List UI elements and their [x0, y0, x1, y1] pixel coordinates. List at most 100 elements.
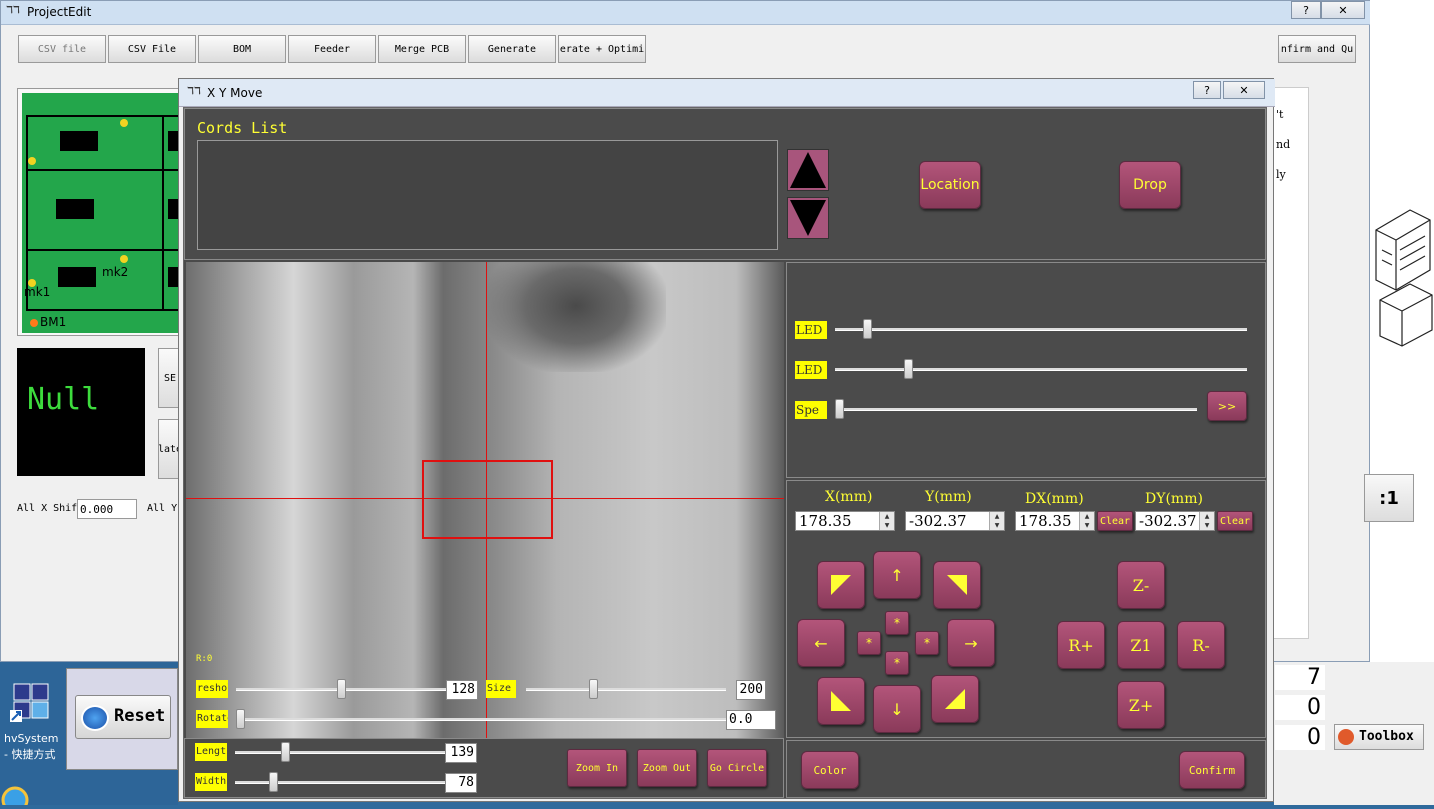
length-slider-thumb[interactable]	[281, 742, 291, 762]
pcb-label-mk2: mk2	[102, 265, 129, 279]
x-spinner[interactable]: ▲ ▼	[879, 512, 894, 530]
pcb-label-bm1: BM1	[40, 315, 67, 329]
feeder-button[interactable]: Feeder	[288, 35, 376, 63]
help-icon[interactable]: ?	[1193, 81, 1221, 99]
z-plus-button[interactable]: Z+	[1117, 681, 1165, 729]
z-minus-button[interactable]: Z-	[1117, 561, 1165, 609]
step-right-button[interactable]: *	[915, 631, 939, 655]
close-icon[interactable]: ✕	[1223, 81, 1265, 99]
speed-slider[interactable]	[835, 408, 1197, 411]
move-up-button[interactable]	[787, 149, 829, 191]
zoom-in-button[interactable]: Zoom In	[567, 749, 627, 787]
generate-optimize-button[interactable]: erate + Optimi	[558, 35, 646, 63]
step-left-button[interactable]: *	[857, 631, 881, 655]
expand-button[interactable]: >>	[1207, 391, 1247, 421]
led1-slider[interactable]	[835, 328, 1247, 331]
jog-left-button[interactable]: ←	[797, 619, 845, 667]
length-slider[interactable]	[235, 751, 445, 754]
r-plus-button[interactable]: R+	[1057, 621, 1105, 669]
jog-right-button[interactable]: →	[947, 619, 995, 667]
dy-spinner[interactable]: ▲ ▼	[1199, 512, 1214, 530]
arrow-up-left-icon	[831, 575, 851, 595]
led1-label: LED	[795, 321, 827, 339]
move-down-button[interactable]	[787, 197, 829, 239]
jog-down-left-button[interactable]	[817, 677, 865, 725]
dx-label: DX(mm)	[1025, 491, 1084, 507]
csv-file-button[interactable]: CSV File	[108, 35, 196, 63]
led2-slider-thumb[interactable]	[903, 359, 913, 379]
app-logo-icon: ℸℸ	[187, 86, 201, 97]
y-spinner[interactable]: ▲ ▼	[989, 512, 1004, 530]
browser-icon[interactable]	[0, 782, 30, 809]
size-value: 200	[736, 680, 766, 700]
step-down-button[interactable]: *	[885, 651, 909, 675]
action-panel: Color Confirm	[786, 740, 1266, 798]
close-icon[interactable]: ✕	[1321, 1, 1365, 19]
drop-button[interactable]: Drop	[1119, 161, 1181, 209]
ratio-button[interactable]: :1	[1364, 474, 1414, 522]
r-minus-button[interactable]: R-	[1177, 621, 1225, 669]
notes-text: 't	[1276, 108, 1284, 121]
speed-label: Spe	[795, 401, 827, 419]
step-up-button[interactable]: *	[885, 611, 909, 635]
z1-button[interactable]: Z1	[1117, 621, 1165, 669]
project-edit-titlebar: ProjectEdit	[1, 1, 1371, 25]
pcb-preview: mk1 mk2 BM1	[17, 88, 183, 336]
pcb-chip	[60, 131, 98, 151]
jog-panel: X(mm) Y(mm) DX(mm) DY(mm) 178.35 ▲ ▼ -302…	[786, 480, 1266, 738]
location-button[interactable]: Location	[919, 161, 981, 209]
hvsystem-shortcut-label2: - 快捷方式	[4, 748, 56, 761]
xy-move-titlebar: X Y Move	[179, 79, 1275, 107]
machine-illustration-icon	[1375, 209, 1433, 347]
confirm-button[interactable]: Confirm	[1179, 751, 1245, 789]
help-icon[interactable]: ?	[1291, 1, 1321, 19]
jog-down-right-button[interactable]	[931, 675, 979, 723]
led1-slider-thumb[interactable]	[863, 319, 873, 339]
jog-down-button[interactable]: ↓	[873, 685, 921, 733]
bom-button[interactable]: BOM	[198, 35, 286, 63]
notes-text: nd	[1276, 138, 1291, 151]
csv-file-tab[interactable]: CSV file	[18, 35, 106, 63]
all-x-shift-input[interactable]: 0.000	[77, 499, 137, 519]
pcb-divider	[26, 169, 180, 171]
threshold-slider-thumb[interactable]	[336, 679, 346, 699]
pcb-chip	[58, 267, 96, 287]
size-slider[interactable]	[526, 688, 726, 691]
rotate-slider[interactable]	[236, 718, 726, 721]
merge-pcb-button[interactable]: Merge PCB	[378, 35, 466, 63]
hvsystem-shortcut-icon[interactable]	[10, 680, 54, 724]
triangle-up-icon	[790, 152, 826, 188]
go-circle-button[interactable]: Go Circle	[707, 749, 767, 787]
rotate-value: 0.0	[726, 710, 776, 730]
cords-list[interactable]	[197, 140, 778, 250]
dx-clear-button[interactable]: Clear	[1097, 511, 1133, 531]
led2-slider[interactable]	[835, 368, 1247, 371]
width-slider[interactable]	[235, 781, 445, 784]
width-slider-thumb[interactable]	[269, 772, 279, 792]
jog-up-button[interactable]: ↑	[873, 551, 921, 599]
length-label: Length	[195, 743, 227, 761]
dx-spinner[interactable]: ▲ ▼	[1079, 512, 1094, 530]
generate-button[interactable]: Generate	[468, 35, 556, 63]
xy-move-title: X Y Move	[207, 86, 263, 100]
speed-slider-thumb[interactable]	[835, 399, 844, 419]
camera-controls-panel: Length 139 Width 78 Zoom In Zoom Out Go …	[184, 738, 784, 798]
size-slider-thumb[interactable]	[589, 679, 599, 699]
confirm-and-quit-button[interactable]: nfirm and Qu	[1278, 35, 1356, 63]
app-logo-icon: ℸℸ	[6, 5, 20, 16]
all-x-shift-label: All X Shif	[17, 503, 78, 514]
color-button[interactable]: Color	[801, 751, 859, 789]
width-value: 78	[445, 773, 477, 793]
jog-up-right-button[interactable]	[933, 561, 981, 609]
jog-up-left-button[interactable]	[817, 561, 865, 609]
pcb-panel-outline	[26, 115, 180, 311]
rotate-slider-thumb[interactable]	[236, 709, 245, 729]
rotation-readout: R:0	[196, 654, 213, 664]
zoom-out-button[interactable]: Zoom Out	[637, 749, 697, 787]
pcb-chip	[56, 199, 94, 219]
cords-list-label: Cords List	[197, 119, 288, 137]
camera-view[interactable]: R:0 reshol 128 Size 200 Rotate 0.0	[186, 262, 784, 738]
dy-clear-button[interactable]: Clear	[1217, 511, 1253, 531]
led2-label: LED	[795, 361, 827, 379]
threshold-value: 128	[446, 680, 478, 700]
